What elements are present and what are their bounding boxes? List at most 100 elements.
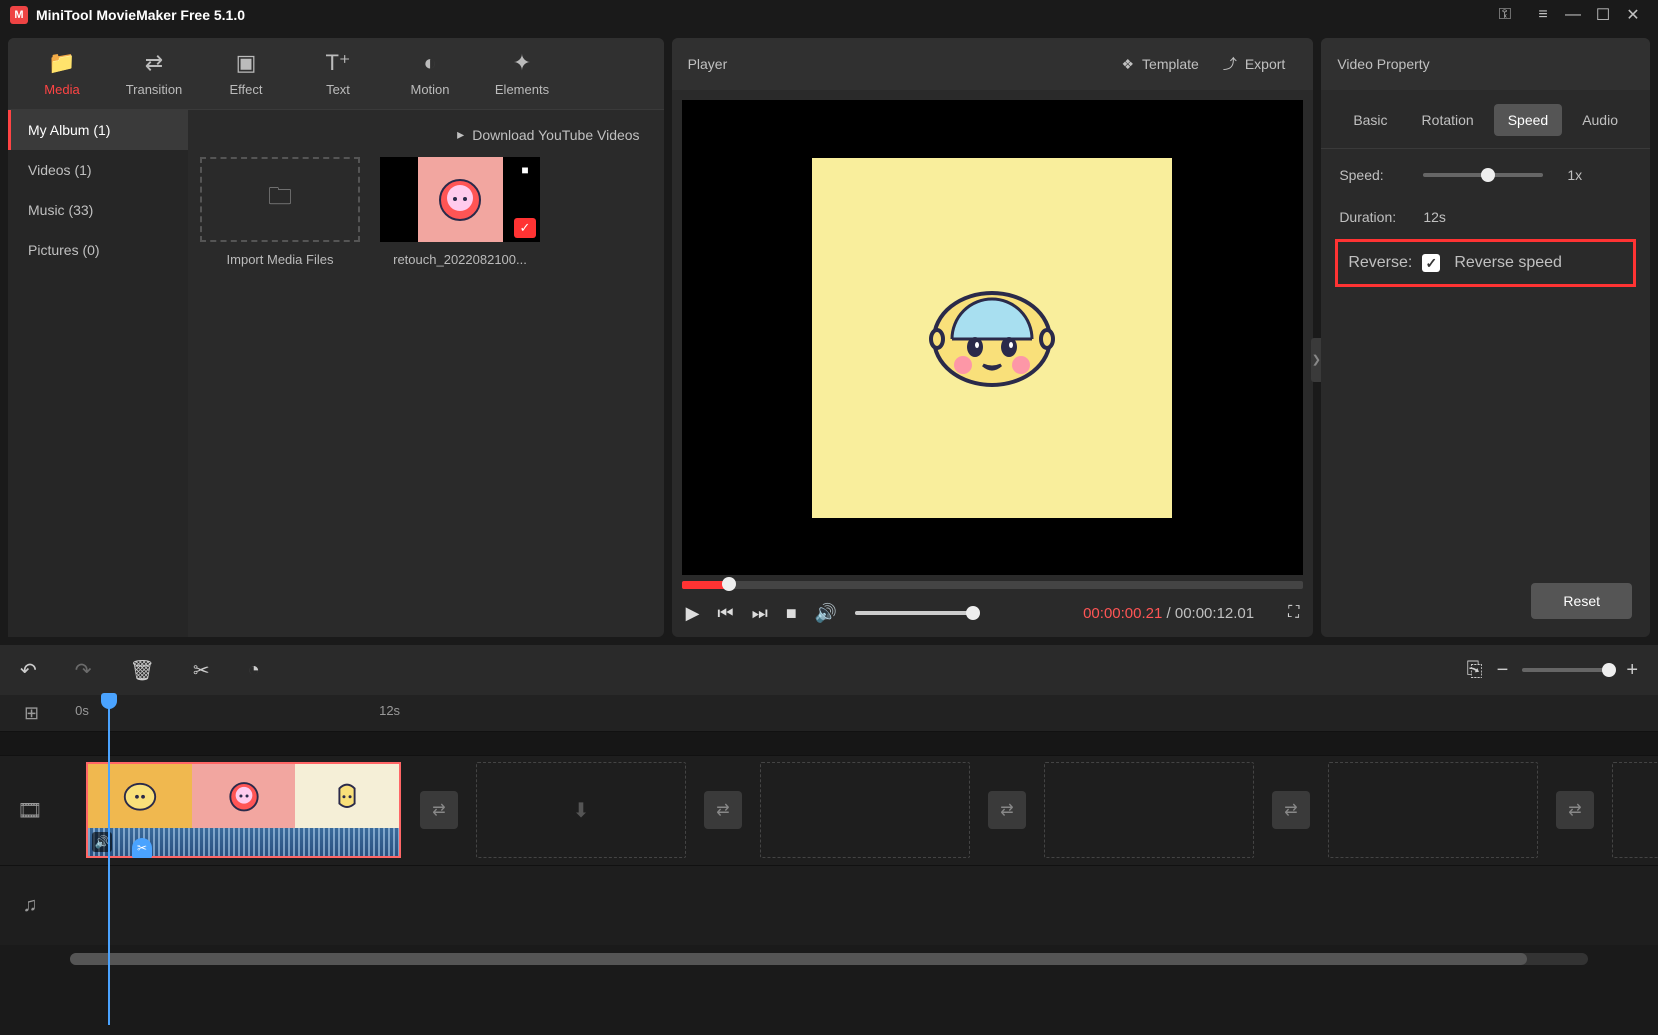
sidebar-item-myalbum[interactable]: My Album (1) xyxy=(8,110,188,150)
template-label: Template xyxy=(1142,56,1199,72)
video-track-icon: 🎞 xyxy=(0,798,60,823)
reverse-checkbox[interactable]: ✓ xyxy=(1422,254,1440,272)
transition-slot[interactable]: ⇄ xyxy=(988,791,1026,829)
prop-tab-audio[interactable]: Audio xyxy=(1568,104,1632,136)
sidebar-item-videos[interactable]: Videos (1) xyxy=(8,150,188,190)
volume-slider[interactable] xyxy=(855,611,975,615)
speed-label: Speed: xyxy=(1339,167,1409,183)
fullscreen-button[interactable]: ⛶ xyxy=(1288,604,1299,622)
text-icon: T⁺ xyxy=(325,50,350,76)
zoom-in-button[interactable]: + xyxy=(1626,659,1638,682)
clip-split-icon[interactable]: ✂ xyxy=(132,838,152,858)
tab-elements-label: Elements xyxy=(495,82,549,97)
import-media-tile[interactable]: 🗀 Import Media Files xyxy=(200,157,360,267)
folder-add-icon: 🗀 xyxy=(268,179,292,220)
media-clip-tile[interactable]: ■ ✓ retouch_2022082100... xyxy=(380,157,540,267)
redo-button[interactable]: ↷ xyxy=(75,658,92,683)
empty-clip-slot[interactable] xyxy=(1612,762,1658,858)
timeline-section: ↶ ↷ 🗑 ✂ ◔ ⎘ − + ⊞ 0s 12s 🎞 xyxy=(0,645,1658,1035)
sidebar-item-pictures[interactable]: Pictures (0) xyxy=(8,230,188,270)
preview-frame-icon xyxy=(927,283,1057,393)
tab-media[interactable]: 📁 Media xyxy=(16,50,108,97)
transition-slot[interactable]: ⇄ xyxy=(420,791,458,829)
close-button[interactable]: ✕ xyxy=(1618,0,1648,30)
template-icon: ❖ xyxy=(1121,56,1134,73)
import-media-label: Import Media Files xyxy=(227,252,334,267)
zoom-out-button[interactable]: − xyxy=(1497,659,1509,682)
empty-clip-slot[interactable]: ⬇ xyxy=(476,762,686,858)
maximize-button[interactable]: ☐ xyxy=(1588,0,1618,30)
fit-button[interactable]: ⎘ xyxy=(1467,659,1483,682)
track-spacer xyxy=(0,731,1658,755)
transition-icon: ⇄ xyxy=(145,50,163,76)
prev-frame-button[interactable]: ⏮ xyxy=(717,603,733,624)
app-title: MiniTool MovieMaker Free 5.1.0 xyxy=(36,7,245,23)
template-button[interactable]: ❖ Template xyxy=(1109,56,1210,73)
reset-button[interactable]: Reset xyxy=(1531,583,1632,619)
empty-clip-slot[interactable] xyxy=(760,762,970,858)
tab-effect-label: Effect xyxy=(229,82,262,97)
check-badge-icon: ✓ xyxy=(514,218,536,238)
volume-icon[interactable]: 🔊 xyxy=(815,603,837,624)
time-total: 00:00:12.01 xyxy=(1175,605,1254,622)
audio-track-icon: ♫ xyxy=(0,894,60,917)
timeline-clip[interactable]: 🔊 ✂ xyxy=(86,762,401,858)
tab-effect[interactable]: ▣ Effect xyxy=(200,50,292,97)
empty-clip-slot[interactable] xyxy=(1328,762,1538,858)
tab-text[interactable]: T⁺ Text xyxy=(292,50,384,97)
menu-icon[interactable]: ≡ xyxy=(1528,0,1558,30)
add-track-icon[interactable]: ⊞ xyxy=(24,703,39,724)
player-progress[interactable] xyxy=(682,581,1304,589)
player-title: Player xyxy=(688,56,728,72)
ruler-label-12s: 12s xyxy=(379,703,400,718)
export-button[interactable]: ⤴ Export xyxy=(1211,54,1297,74)
tab-transition[interactable]: ⇄ Transition xyxy=(108,50,200,97)
sidebar-item-music[interactable]: Music (33) xyxy=(8,190,188,230)
speed-value: 1x xyxy=(1567,167,1582,183)
playhead[interactable] xyxy=(108,695,110,1025)
youtube-icon: ▸ xyxy=(457,126,464,143)
collapse-handle[interactable]: ❯ xyxy=(1311,338,1321,382)
prop-tab-rotation[interactable]: Rotation xyxy=(1408,104,1488,136)
export-label: Export xyxy=(1245,56,1285,72)
folder-icon: 📁 xyxy=(48,50,75,76)
time-display: 00:00:00.21 / 00:00:12.01 xyxy=(1083,605,1254,622)
speed-tool-button[interactable]: ◔ xyxy=(248,659,260,682)
next-frame-button[interactable]: ⏭ xyxy=(752,603,768,624)
empty-clip-slot[interactable] xyxy=(1044,762,1254,858)
timeline-ruler[interactable]: ⊞ 0s 12s xyxy=(0,695,1658,731)
audio-track: ♫ xyxy=(0,865,1658,945)
key-icon[interactable]: ⚿ xyxy=(1490,0,1520,30)
tab-motion[interactable]: ◐ Motion xyxy=(384,50,476,97)
video-track: 🎞 🔊 ✂ ⇄ ⬇ ⇄ ⇄ xyxy=(0,755,1658,865)
video-preview xyxy=(682,100,1304,575)
split-button[interactable]: ✂ xyxy=(193,658,210,683)
delete-button[interactable]: 🗑 xyxy=(130,658,155,683)
export-icon: ⤴ xyxy=(1223,54,1237,74)
motion-icon: ◐ xyxy=(423,50,436,76)
elements-icon: ✦ xyxy=(513,50,531,76)
prop-tab-basic[interactable]: Basic xyxy=(1339,104,1401,136)
duration-label: Duration: xyxy=(1339,209,1409,225)
app-logo-icon: M xyxy=(10,6,28,24)
player-panel: Player ❖ Template ⤴ Export xyxy=(672,38,1314,637)
minimize-button[interactable]: — xyxy=(1558,0,1588,30)
zoom-slider[interactable] xyxy=(1522,668,1612,672)
tab-media-label: Media xyxy=(44,82,79,97)
time-current: 00:00:00.21 xyxy=(1083,605,1162,622)
transition-slot[interactable]: ⇄ xyxy=(1556,791,1594,829)
speed-slider[interactable] xyxy=(1423,173,1543,177)
timeline-scrollbar[interactable] xyxy=(70,953,1588,965)
effect-icon: ▣ xyxy=(236,50,257,76)
play-button[interactable]: ▶ xyxy=(686,603,700,624)
prop-tab-speed[interactable]: Speed xyxy=(1494,104,1562,136)
transition-slot[interactable]: ⇄ xyxy=(704,791,742,829)
transition-slot[interactable]: ⇄ xyxy=(1272,791,1310,829)
tab-elements[interactable]: ✦ Elements xyxy=(476,50,568,97)
tab-text-label: Text xyxy=(326,82,350,97)
media-sidebar: My Album (1) Videos (1) Music (33) Pictu… xyxy=(8,110,188,637)
undo-button[interactable]: ↶ xyxy=(20,658,37,683)
download-youtube-link[interactable]: Download YouTube Videos xyxy=(472,127,639,143)
reverse-label: Reverse: xyxy=(1348,254,1408,272)
stop-button[interactable]: ■ xyxy=(786,603,797,624)
